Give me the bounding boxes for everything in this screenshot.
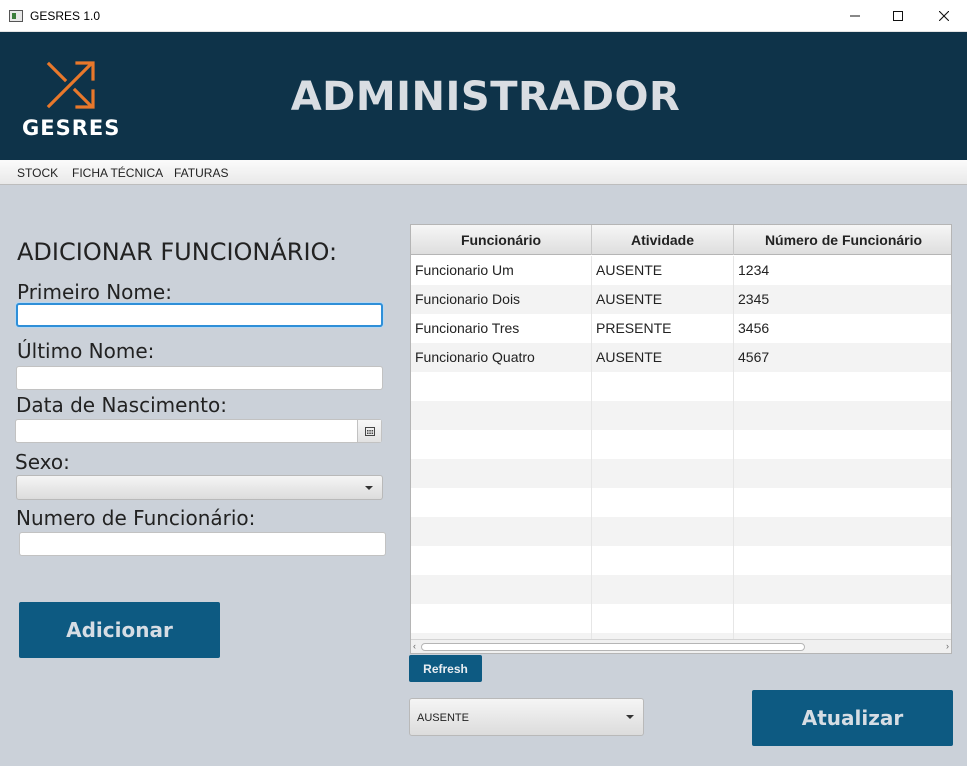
empty-table-row xyxy=(411,430,951,459)
scrollbar-thumb[interactable] xyxy=(421,643,805,651)
cell-funcionario: Funcionario Quatro xyxy=(411,343,592,372)
column-header-numero[interactable]: Número de Funcionário xyxy=(734,225,951,255)
empty-table-row xyxy=(411,546,951,575)
add-employee-button[interactable]: Adicionar xyxy=(19,602,220,658)
column-header-atividade[interactable]: Atividade xyxy=(592,225,734,255)
first-name-field[interactable] xyxy=(16,303,383,327)
first-name-label: Primeiro Nome: xyxy=(17,280,172,304)
menu-item-ficha-tecnica[interactable]: FICHA TÉCNICA xyxy=(72,166,163,180)
maximize-icon xyxy=(893,11,903,21)
cell-atividade: AUSENTE xyxy=(592,343,734,372)
cell-atividade: AUSENTE xyxy=(592,285,734,314)
table-row[interactable]: Funcionario Tres PRESENTE 3456 xyxy=(411,314,951,343)
maximize-button[interactable] xyxy=(875,0,921,32)
employees-table: Funcionário Atividade Número de Funcioná… xyxy=(410,224,952,654)
empty-table-row xyxy=(411,604,951,633)
table-row[interactable]: Funcionario Um AUSENTE 1234 xyxy=(411,256,951,285)
horizontal-scrollbar[interactable]: ‹ › xyxy=(411,639,951,653)
table-header: Funcionário Atividade Número de Funcioná… xyxy=(411,225,951,255)
cell-atividade: AUSENTE xyxy=(592,256,734,285)
empty-table-row xyxy=(411,372,951,401)
sex-select[interactable] xyxy=(16,475,383,500)
sex-label: Sexo: xyxy=(15,450,70,474)
minimize-button[interactable] xyxy=(832,0,878,32)
chevron-down-icon xyxy=(365,486,373,490)
empty-table-row xyxy=(411,401,951,430)
minimize-icon xyxy=(850,15,860,17)
table-row[interactable]: Funcionario Quatro AUSENTE 4567 xyxy=(411,343,951,372)
birth-date-picker[interactable] xyxy=(15,419,382,443)
scroll-left-icon[interactable]: ‹ xyxy=(413,641,416,651)
menu-item-stock[interactable]: STOCK xyxy=(17,166,58,180)
cell-funcionario: Funcionario Tres xyxy=(411,314,592,343)
empty-table-row xyxy=(411,575,951,604)
form-heading: ADICIONAR FUNCIONÁRIO: xyxy=(17,238,338,266)
menu-bar: STOCK FICHA TÉCNICA FATURAS xyxy=(0,160,967,185)
calendar-button[interactable] xyxy=(357,420,381,442)
empty-table-row xyxy=(411,517,951,546)
cell-numero: 3456 xyxy=(738,320,770,336)
window-title: GESRES 1.0 xyxy=(30,9,101,23)
cell-numero: 2345 xyxy=(738,291,770,307)
employee-number-field[interactable] xyxy=(19,532,386,556)
employee-number-label: Numero de Funcionário: xyxy=(16,506,256,530)
chevron-down-icon xyxy=(626,715,634,719)
close-button[interactable] xyxy=(921,0,967,32)
window-title-bar: GESRES 1.0 xyxy=(0,0,967,32)
refresh-button[interactable]: Refresh xyxy=(409,655,482,682)
close-icon xyxy=(939,11,949,21)
column-header-funcionario[interactable]: Funcionário xyxy=(411,225,592,255)
status-select-value: AUSENTE xyxy=(417,712,469,724)
app-icon xyxy=(9,10,23,22)
table-row[interactable]: Funcionario Dois AUSENTE 2345 xyxy=(411,285,951,314)
cell-numero: 4567 xyxy=(738,349,770,365)
cell-funcionario: Funcionario Um xyxy=(411,256,592,285)
empty-table-row xyxy=(411,459,951,488)
scroll-right-icon[interactable]: › xyxy=(946,641,949,651)
cell-funcionario: Funcionario Dois xyxy=(411,285,592,314)
birth-date-label: Data de Nascimento: xyxy=(16,393,227,417)
calendar-icon xyxy=(364,426,375,436)
menu-item-faturas[interactable]: FATURAS xyxy=(174,166,228,180)
status-select[interactable]: AUSENTE xyxy=(409,698,644,736)
last-name-field[interactable] xyxy=(16,366,383,390)
empty-table-row xyxy=(411,488,951,517)
cell-atividade: PRESENTE xyxy=(592,314,734,343)
last-name-label: Último Nome: xyxy=(17,339,155,363)
update-button[interactable]: Atualizar xyxy=(752,690,953,746)
page-title: ADMINISTRADOR xyxy=(290,74,681,120)
cell-numero: 1234 xyxy=(738,262,770,278)
